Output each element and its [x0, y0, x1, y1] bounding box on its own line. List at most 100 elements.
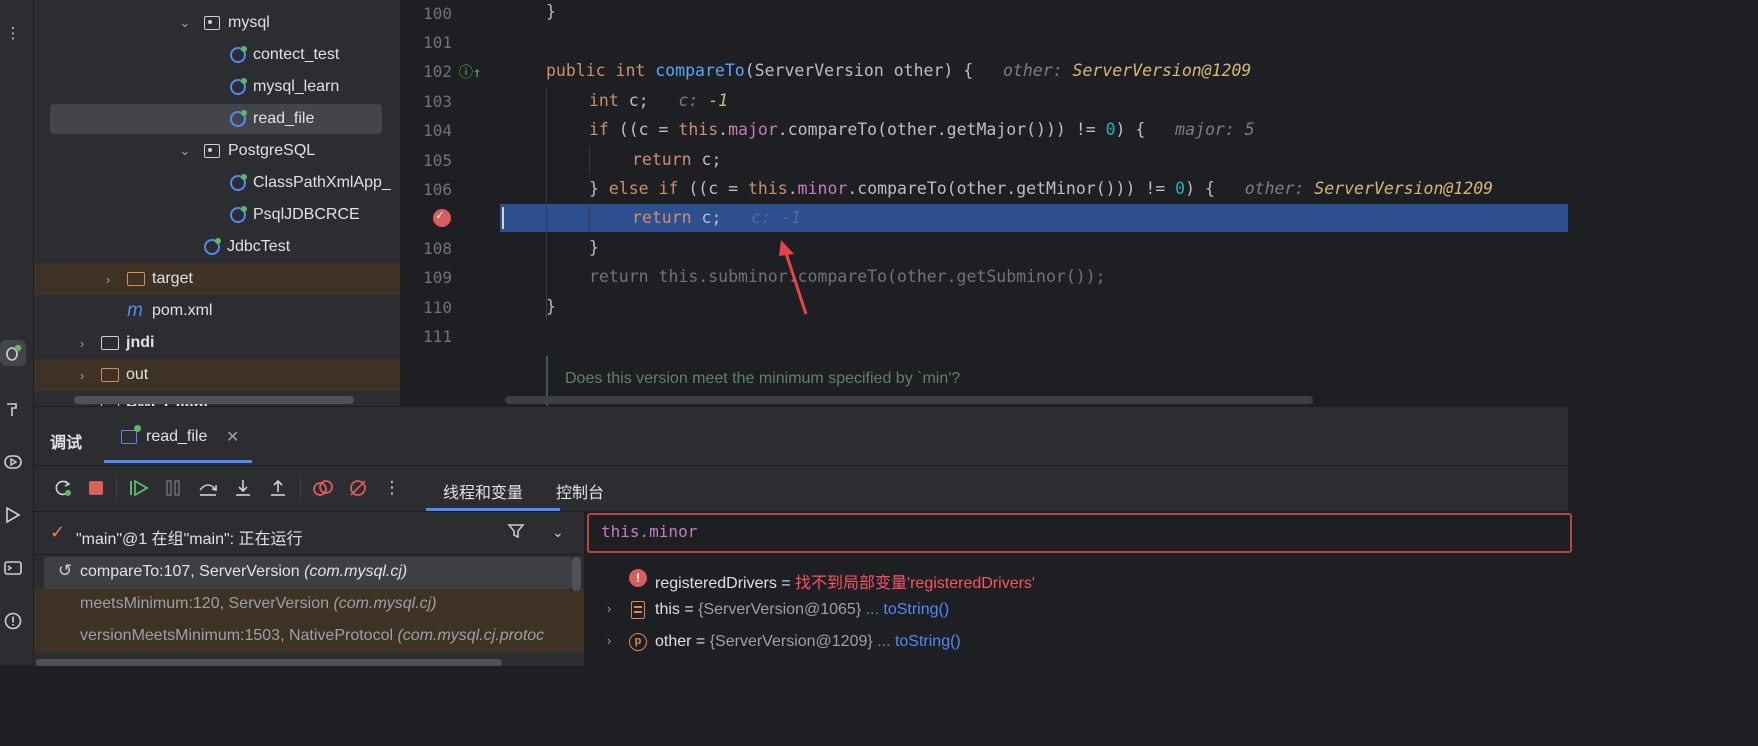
tree-node-jdbctest[interactable]: JdbcTest [34, 231, 400, 263]
view-breakpoints-icon[interactable] [310, 475, 336, 501]
frames-horizontal-scrollbar[interactable] [36, 659, 502, 666]
annotation-arrow [779, 240, 808, 315]
editor-horizontal-scrollbar[interactable] [505, 396, 1313, 404]
return-arrow-icon: ↺ [58, 561, 73, 580]
frames-vertical-scrollbar[interactable] [572, 557, 581, 591]
tree-node-out[interactable]: › out [34, 359, 400, 391]
chevron-down-icon[interactable]: ⌄ [178, 15, 192, 31]
tree-node-postgresql[interactable]: ⌄ PostgreSQL [34, 135, 400, 167]
stack-frame[interactable]: ↺ compareTo:107, ServerVersion (com.mysq… [44, 557, 572, 589]
variable-row[interactable]: › this = {ServerVersion@1065} ... toStri… [585, 595, 1568, 627]
evaluate-expression-field[interactable] [587, 513, 1572, 553]
frame-text: compareTo:107, ServerVersion (com.mysql.… [80, 563, 408, 580]
module-folder-icon [101, 334, 119, 352]
frame-text: meetsMinimum:120, ServerVersion (com.mys… [80, 595, 437, 612]
breakpoint-icon[interactable] [433, 208, 451, 227]
frames-panel: ✓ "main"@1 在组"main": 正在运行 ⌄ ↺ compareTo:… [34, 511, 584, 666]
class-icon [229, 78, 247, 96]
more-icon[interactable]: ⋮ [0, 20, 26, 46]
variable-row[interactable]: ! registeredDrivers = 找不到局部变量'registered… [585, 563, 1568, 595]
debug-title: 调试 [50, 435, 83, 452]
chevron-down-icon[interactable]: ⌄ [552, 524, 564, 541]
class-icon [229, 206, 247, 224]
tab-threads-variables[interactable]: 线程和变量 [426, 465, 560, 511]
problems-icon[interactable] [0, 608, 26, 634]
line-number: 108 [423, 239, 452, 258]
step-out-icon[interactable] [265, 475, 291, 501]
implements-method-icon[interactable]: ⓘ↑ [459, 62, 481, 82]
chevron-down-icon[interactable]: ⌄ [178, 143, 192, 159]
evaluate-expression-input[interactable] [601, 522, 1501, 541]
line-number: 105 [423, 151, 452, 170]
project-tree: ⌄ mysql contect_test mysql_learn read_fi… [34, 0, 400, 406]
more-icon[interactable]: ⋮ [379, 475, 405, 501]
tree-node-contect-test[interactable]: contect_test [34, 39, 400, 71]
to-string-link[interactable]: ... toString() [877, 633, 961, 650]
close-icon[interactable]: ✕ [226, 427, 239, 447]
variable-row[interactable]: › p other = {ServerVersion@1209} ... toS… [585, 627, 1568, 659]
code-line-108: } [589, 238, 599, 257]
step-over-icon[interactable] [195, 475, 221, 501]
tree-node-pom-xml[interactable]: m pom.xml [34, 295, 400, 327]
debug-session-label: read_file [146, 428, 208, 445]
folder-icon [127, 270, 145, 288]
code-line-102: public int compareTo(ServerVersion other… [546, 61, 1252, 80]
tree-node-label: JdbcTest [227, 238, 291, 255]
tree-node-label: out [126, 366, 149, 383]
code-editor[interactable]: 100 101 102 103 104 105 106 108 109 110 … [400, 0, 1568, 406]
debug-icon[interactable] [0, 340, 26, 366]
chevron-right-icon[interactable]: › [607, 633, 611, 648]
step-into-icon[interactable] [230, 475, 256, 501]
tree-node-label: target [152, 270, 193, 287]
tree-node-mysql-learn[interactable]: mysql_learn [34, 71, 400, 103]
line-number: 102 [423, 62, 452, 81]
error-icon: ! [629, 569, 647, 587]
tree-node-label: read_file [253, 110, 315, 127]
thread-label: "main"@1 在组"main": 正在运行 [76, 531, 303, 548]
tree-node-label: jndi [126, 334, 155, 351]
rerun-icon[interactable] [50, 475, 76, 501]
debug-session-tab[interactable]: read_file ✕ [104, 419, 252, 463]
tree-node-target[interactable]: › target [34, 263, 400, 295]
stop-icon[interactable] [83, 475, 109, 501]
build-icon[interactable] [0, 396, 26, 422]
chevron-right-icon[interactable]: › [75, 336, 89, 351]
run-icon[interactable] [0, 502, 26, 528]
tree-horizontal-scrollbar[interactable] [74, 396, 354, 404]
code-line-105: return c; [632, 150, 722, 169]
terminal-icon[interactable] [0, 555, 26, 581]
run-config-icon [121, 425, 141, 444]
filter-icon[interactable] [507, 522, 525, 545]
tree-node-psqljdbcrce[interactable]: PsqlJDBCRCE [34, 199, 400, 231]
line-number: 109 [423, 268, 452, 287]
to-string-link[interactable]: ... toString() [866, 601, 950, 618]
mute-breakpoints-icon[interactable] [345, 475, 371, 501]
tree-node-jndi[interactable]: › jndi [34, 327, 400, 359]
resume-icon[interactable] [126, 475, 152, 501]
services-icon[interactable] [0, 449, 26, 475]
chevron-right-icon[interactable]: › [75, 368, 89, 383]
line-number: 104 [423, 121, 452, 140]
line-number: 110 [423, 298, 452, 317]
tree-node-label: PsqlJDBCRCE [253, 206, 360, 223]
stack-frame[interactable]: meetsMinimum:120, ServerVersion (com.mys… [34, 589, 584, 621]
line-number: 111 [423, 327, 452, 346]
doc-comment: Does this version meet the minimum speci… [565, 370, 961, 387]
variable-text: other = {ServerVersion@1209} ... toStrin… [655, 633, 961, 650]
stack-frame[interactable]: versionMeetsMinimum:1503, NativeProtocol… [34, 621, 584, 653]
tab-console[interactable]: 控制台 [556, 479, 604, 503]
pause-icon[interactable] [160, 475, 186, 501]
tree-node-label: mysql_learn [253, 78, 340, 95]
debug-tool-window: 调试 read_file ✕ ⋮ 线程和变量 控制台 ✓ "main"@1 在组… [34, 406, 1572, 666]
line-number: 103 [423, 92, 452, 111]
chevron-right-icon[interactable]: › [101, 272, 115, 287]
thread-selector[interactable]: ✓ "main"@1 在组"main": 正在运行 ⌄ [34, 511, 584, 555]
chevron-right-icon[interactable]: › [607, 601, 611, 616]
tree-node-classpathxmlapp[interactable]: ClassPathXmlApp_ [34, 167, 400, 199]
tree-node-mysql[interactable]: ⌄ mysql [34, 7, 400, 39]
code-line-109: return this.subminor.compareTo(other.get… [589, 267, 1106, 286]
class-icon [229, 46, 247, 64]
tree-node-read-file[interactable]: read_file [34, 103, 400, 135]
tree-node-label: ClassPathXmlApp_ [253, 174, 391, 191]
field-icon [629, 601, 647, 619]
